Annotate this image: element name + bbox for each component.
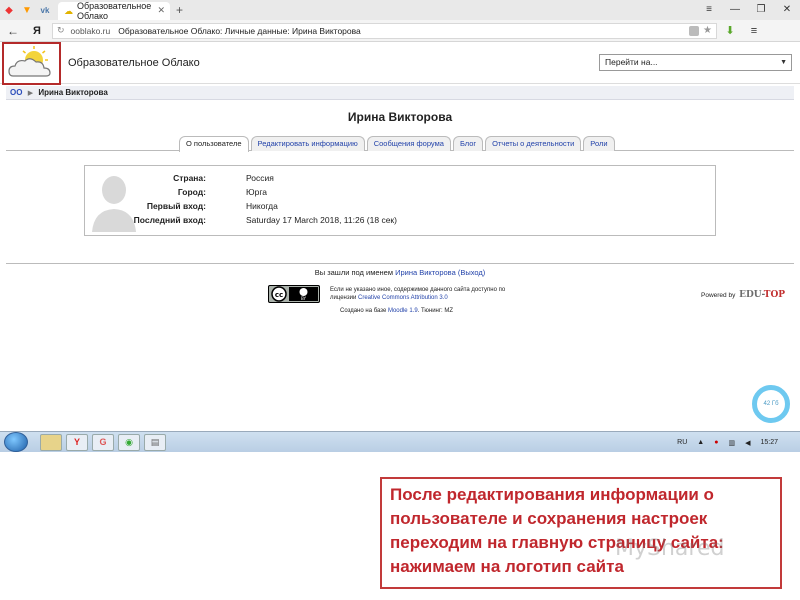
reload-icon[interactable]: ↻ bbox=[57, 25, 65, 36]
edu-logo-part-1: EDU- bbox=[739, 290, 764, 300]
cc-license-badge[interactable]: cc BY bbox=[268, 285, 320, 303]
cloud-sun-logo-icon bbox=[8, 46, 51, 77]
hamburger-menu-icon[interactable]: ≡ bbox=[696, 0, 722, 20]
cc-by-label: BY bbox=[301, 296, 307, 301]
powered-by: Powered by EDU-TOP bbox=[701, 290, 785, 300]
window-controls: ≡ — ❐ ✕ bbox=[696, 0, 800, 20]
tab-blog[interactable]: Блог bbox=[452, 136, 484, 151]
jump-to-select[interactable]: Перейти на... ▼ bbox=[599, 54, 792, 71]
tab-activity-reports[interactable]: Отчеты о деятельности bbox=[485, 136, 582, 151]
start-button-icon[interactable] bbox=[4, 432, 28, 452]
edu-logo-part-2: TOP bbox=[763, 290, 786, 300]
vk-icon: vk bbox=[40, 5, 50, 15]
breadcrumb-current: Ирина Викторова bbox=[38, 88, 108, 97]
language-indicator[interactable]: RU bbox=[677, 439, 687, 446]
volume-icon[interactable]: ◀ bbox=[745, 439, 750, 447]
svg-text:cc: cc bbox=[275, 291, 283, 299]
tab-edit-info[interactable]: Редактировать информацию bbox=[250, 136, 365, 151]
last-access-value: Saturday 17 March 2018, 11:26 (18 сек) bbox=[246, 215, 397, 225]
browser-menu-icon[interactable]: ≡ bbox=[743, 25, 765, 37]
disk-usage-widget[interactable]: 42 Гб bbox=[752, 385, 790, 423]
site-name: Образовательное Облако bbox=[68, 57, 200, 69]
network-icon[interactable]: ▥ bbox=[728, 439, 735, 447]
taskbar-yandex-icon[interactable]: Y bbox=[66, 433, 88, 451]
tray-arrow-icon[interactable]: ▲ bbox=[697, 439, 704, 446]
pinned-tab-yandex[interactable]: ◆ bbox=[0, 0, 18, 20]
taskbar-doc-icon[interactable]: ▤ bbox=[144, 433, 166, 451]
first-access-label: Первый вход: bbox=[146, 201, 206, 211]
license-line-1: Если не указано иное, содержимое данного… bbox=[330, 287, 506, 293]
logged-in-prefix: Вы зашли под именем bbox=[314, 268, 393, 277]
browser-tab-title: Образовательное Облако bbox=[77, 1, 152, 21]
system-tray: RU ▲ ● ▥ ◀ 15:27 bbox=[677, 432, 800, 453]
logged-in-info: Вы зашли под именем Ирина Викторова (Вых… bbox=[0, 268, 800, 277]
license-prefix: лицензии bbox=[330, 295, 357, 301]
browser-tab-strip: ◆ ▼ vk ☁ Образовательное Облако ✕ + ≡ — … bbox=[0, 0, 800, 21]
taskbar-explorer-icon[interactable] bbox=[40, 433, 62, 451]
instruction-note: После редактирования информации о пользо… bbox=[380, 477, 782, 589]
tab-about-user[interactable]: О пользователе bbox=[179, 136, 249, 152]
back-arrow-icon[interactable]: ← bbox=[0, 24, 26, 38]
restore-icon[interactable]: ❐ bbox=[748, 0, 774, 20]
breadcrumb-home-link[interactable]: ОО bbox=[10, 88, 22, 97]
edu-top-logo[interactable]: EDU-TOP bbox=[739, 290, 785, 300]
license-text: Если не указано иное, содержимое данного… bbox=[330, 286, 550, 302]
logged-user-link[interactable]: Ирина Викторова bbox=[395, 268, 456, 277]
page-title: Ирина Викторова bbox=[347, 110, 453, 124]
windows-taskbar: Y G ◉ ▤ RU ▲ ● ▥ ◀ 15:27 bbox=[0, 431, 800, 452]
minimize-icon[interactable]: — bbox=[722, 0, 748, 20]
url-field[interactable]: ↻ ooblako.ru Образовательное Облако: Лич… bbox=[52, 22, 717, 39]
taskbar-app-icon[interactable]: ◉ bbox=[118, 433, 140, 451]
close-tab-icon[interactable]: ✕ bbox=[157, 5, 165, 16]
pinned-tab-vk[interactable]: vk bbox=[36, 0, 54, 20]
city-value: Юрга bbox=[246, 187, 267, 197]
clock[interactable]: 15:27 bbox=[760, 439, 778, 446]
taskbar-gmail-icon[interactable]: G bbox=[92, 433, 114, 451]
jump-select-value: Перейти на... bbox=[605, 57, 658, 67]
city-label: Город: bbox=[177, 187, 206, 197]
close-window-icon[interactable]: ✕ bbox=[774, 0, 800, 20]
protect-icon[interactable] bbox=[689, 25, 700, 36]
first-access-value: Никогда bbox=[246, 201, 278, 211]
bookmark-star-icon[interactable]: ★ bbox=[703, 25, 712, 36]
tray-antivirus-icon[interactable]: ● bbox=[714, 439, 718, 446]
cloud-favicon-icon: ☁ bbox=[64, 6, 73, 16]
last-access-label: Последний вход: bbox=[133, 215, 206, 225]
tab-roles[interactable]: Роли bbox=[583, 136, 615, 151]
created-on: Создано на базе Moodle 1.9. Тюнинг: MZ bbox=[340, 308, 453, 314]
mail-icon: ▼ bbox=[22, 4, 32, 16]
logout-link[interactable]: (Выход) bbox=[458, 268, 485, 277]
site-logo[interactable] bbox=[2, 42, 61, 85]
license-line-2: лицензии Creative Commons Attribution 3.… bbox=[330, 294, 550, 302]
creative-commons-icon: cc BY bbox=[271, 286, 318, 302]
browser-tab-active[interactable]: ☁ Образовательное Облако ✕ bbox=[58, 1, 170, 21]
chevron-down-icon: ▼ bbox=[780, 59, 787, 66]
new-tab-button[interactable]: + bbox=[176, 0, 183, 20]
address-bar: ← Я ↻ ooblako.ru Образовательное Облако:… bbox=[0, 20, 800, 42]
url-domain: ooblako.ru bbox=[70, 25, 111, 36]
yandex-icon: ◆ bbox=[5, 4, 13, 16]
yandex-logo-icon[interactable]: Я bbox=[26, 25, 48, 37]
breadcrumb-separator-icon: ▶ bbox=[27, 90, 34, 97]
url-page-title: Образовательное Облако: Личные данные: И… bbox=[118, 25, 361, 36]
disk-usage-text: 42 Гб bbox=[763, 401, 779, 407]
pinned-tab-mail[interactable]: ▼ bbox=[18, 0, 36, 20]
created-prefix: Создано на базе bbox=[340, 308, 387, 314]
tab-forum-posts[interactable]: Сообщения форума bbox=[366, 136, 451, 151]
breadcrumb: ОО ▶ Ирина Викторова bbox=[6, 86, 794, 100]
moodle-link[interactable]: Moodle 1.9 bbox=[388, 308, 418, 314]
powered-by-label: Powered by bbox=[701, 292, 736, 299]
download-icon[interactable]: ⬇ bbox=[717, 24, 743, 37]
watermark: MyShared bbox=[615, 536, 725, 561]
license-link[interactable]: Creative Commons Attribution 3.0 bbox=[358, 295, 448, 301]
country-value: Россия bbox=[246, 173, 274, 183]
country-label: Страна: bbox=[173, 173, 206, 183]
created-suffix: . Тюнинг: MZ bbox=[417, 308, 454, 314]
profile-tabs: О пользователе Редактировать информацию … bbox=[179, 136, 617, 152]
footer-divider bbox=[6, 263, 794, 264]
